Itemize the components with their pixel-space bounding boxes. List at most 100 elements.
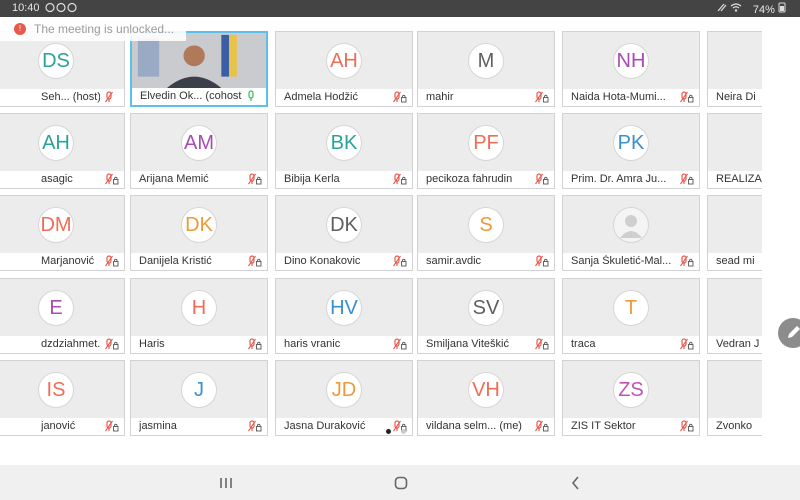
avatar: NH bbox=[613, 43, 649, 79]
participant-name: Dino Konakovic bbox=[284, 255, 361, 267]
name-bar: Vedran J bbox=[708, 336, 762, 353]
participant-tile[interactable]: PK Prim. Dr. Amra Ju... bbox=[562, 113, 700, 189]
notification-icons bbox=[45, 2, 79, 16]
participant-tile[interactable]: NH Naida Hota-Mumi... bbox=[562, 31, 700, 107]
participant-tile[interactable]: HV haris vranic bbox=[275, 278, 413, 354]
meeting-unlocked-banner: ! The meeting is unlocked... bbox=[0, 17, 187, 41]
mic-muted-icon bbox=[248, 173, 262, 186]
name-bar: asagic bbox=[0, 171, 124, 188]
participant-tile[interactable]: Vedran J bbox=[707, 278, 762, 354]
participant-tile[interactable]: Ssamir.avdic bbox=[417, 195, 555, 271]
participant-grid: DS Seh... (host) Elvedin Ok... (cohost) AH A… bbox=[0, 17, 762, 442]
participant-tile[interactable]: AH Admela Hodžić bbox=[275, 31, 413, 107]
avatar: J bbox=[181, 372, 217, 408]
avatar: AH bbox=[326, 43, 362, 79]
participant-tile[interactable]: Sanja Škuletić-Mal... bbox=[562, 195, 700, 271]
participant-tile[interactable]: PF pecikoza fahrudin bbox=[417, 113, 555, 189]
mic-muted-icon bbox=[535, 420, 549, 433]
participant-tile[interactable]: DK Danijela Kristić bbox=[130, 195, 268, 271]
participant-tile[interactable]: Mmahir bbox=[417, 31, 555, 107]
participant-tile[interactable]: Zvonko bbox=[707, 360, 762, 436]
participant-name: Vedran J bbox=[716, 338, 760, 350]
mic-muted-icon bbox=[535, 338, 549, 351]
participant-tile[interactable]: AM Arijana Memić bbox=[130, 113, 268, 189]
participant-name: janović bbox=[41, 420, 76, 432]
mic-muted-icon bbox=[393, 338, 407, 351]
participant-name: pecikoza fahrudin bbox=[426, 173, 513, 185]
participant-tile[interactable]: Jjasmina bbox=[130, 360, 268, 436]
recent-apps-button[interactable] bbox=[216, 473, 236, 493]
mic-muted-icon bbox=[248, 255, 262, 268]
participant-tile[interactable]: SV Smiljana Viteškić bbox=[417, 278, 555, 354]
avatar: M bbox=[468, 43, 504, 79]
android-nav-bar bbox=[0, 465, 800, 500]
avatar: AH bbox=[38, 125, 74, 161]
avatar: HV bbox=[326, 290, 362, 326]
participant-tile[interactable]: VH vildana selm... (me) bbox=[417, 360, 555, 436]
participant-tile[interactable]: DM Marjanović bbox=[0, 195, 125, 271]
avatar: DK bbox=[326, 207, 362, 243]
participant-name: Sanja Škuletić-Mal... bbox=[571, 255, 672, 267]
participant-tile[interactable]: AH asagic bbox=[0, 113, 125, 189]
name-bar: Zvonko bbox=[708, 418, 762, 435]
video-feed bbox=[132, 33, 266, 88]
mic-muted-icon bbox=[105, 91, 119, 104]
name-bar: jasmina bbox=[131, 418, 267, 435]
name-bar: pecikoza fahrudin bbox=[418, 171, 554, 188]
avatar: PK bbox=[613, 125, 649, 161]
mic-muted-icon bbox=[393, 255, 407, 268]
mic-muted-icon bbox=[680, 173, 694, 186]
participant-tile[interactable]: IS janović bbox=[0, 360, 125, 436]
mic-muted-icon bbox=[105, 173, 119, 186]
mic-muted-icon bbox=[680, 255, 694, 268]
participant-tile[interactable]: DS Seh... (host) bbox=[0, 31, 125, 107]
mic-muted-icon bbox=[680, 420, 694, 433]
participant-tile[interactable]: ZS ZIS IT Sektor bbox=[562, 360, 700, 436]
participant-name: Naida Hota-Mumi... bbox=[571, 91, 666, 103]
name-bar: haris vranic bbox=[276, 336, 412, 353]
name-bar: Elvedin Ok... (cohost) bbox=[132, 88, 266, 105]
wifi-icon bbox=[717, 3, 742, 12]
participant-name: Admela Hodžić bbox=[284, 91, 358, 103]
participant-name: Prim. Dr. Amra Ju... bbox=[571, 173, 667, 185]
avatar: S bbox=[468, 207, 504, 243]
avatar: E bbox=[38, 290, 74, 326]
participant-tile[interactable]: REALIZA bbox=[707, 113, 762, 189]
participant-tile[interactable]: Ttraca bbox=[562, 278, 700, 354]
participant-tile[interactable]: sead mi bbox=[707, 195, 762, 271]
participant-name: Arijana Memić bbox=[139, 173, 209, 185]
mic-muted-icon bbox=[105, 338, 119, 351]
page-dot[interactable] bbox=[386, 429, 391, 434]
name-bar: Naida Hota-Mumi... bbox=[563, 89, 699, 106]
name-bar: samir.avdic bbox=[418, 253, 554, 270]
avatar: PF bbox=[468, 125, 504, 161]
participant-name: Marjanović bbox=[41, 255, 95, 267]
participant-tile[interactable]: Edzdziahmet... bbox=[0, 278, 125, 354]
name-bar: Smiljana Viteškić bbox=[418, 336, 554, 353]
participant-tile[interactable]: Neira Di bbox=[707, 31, 762, 107]
back-button[interactable] bbox=[566, 473, 586, 493]
home-button[interactable] bbox=[391, 473, 411, 493]
name-bar: Arijana Memić bbox=[131, 171, 267, 188]
participant-name: jasmina bbox=[139, 420, 177, 432]
participant-tile[interactable]: BK Bibija Kerla bbox=[275, 113, 413, 189]
avatar: T bbox=[613, 290, 649, 326]
participant-name: vildana selm... (me) bbox=[426, 420, 522, 432]
participant-tile[interactable]: H Haris bbox=[130, 278, 268, 354]
participant-tile[interactable]: Elvedin Ok... (cohost) bbox=[130, 31, 268, 107]
name-bar: Haris bbox=[131, 336, 267, 353]
avatar: DK bbox=[181, 207, 217, 243]
participant-tile[interactable]: DK Dino Konakovic bbox=[275, 195, 413, 271]
avatar: SV bbox=[468, 290, 504, 326]
name-bar: janović bbox=[0, 418, 124, 435]
name-bar: Marjanović bbox=[0, 253, 124, 270]
page-dot[interactable] bbox=[401, 429, 406, 434]
name-bar: dzdziahmet... bbox=[0, 336, 124, 353]
status-right: 74% bbox=[716, 2, 786, 16]
mic-muted-icon bbox=[535, 91, 549, 104]
annotate-button[interactable] bbox=[778, 318, 800, 348]
name-bar: ZIS IT Sektor bbox=[563, 418, 699, 435]
page-indicator[interactable] bbox=[386, 421, 416, 439]
avatar: JD bbox=[326, 372, 362, 408]
video-person-image bbox=[132, 33, 266, 88]
